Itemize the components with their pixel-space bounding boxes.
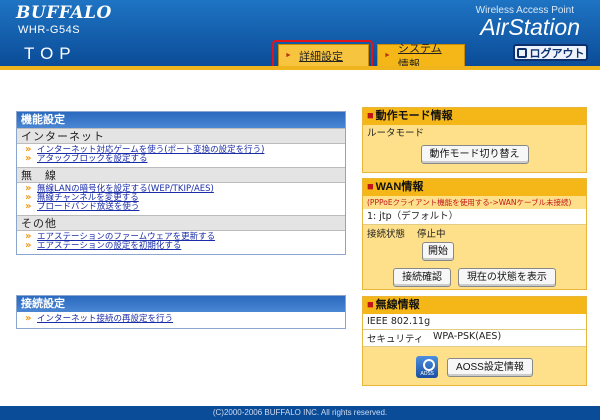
wan-session: 1: jtp（デフォルト）	[363, 209, 586, 225]
other-links: エアステーションのファームウェアを更新する エアステーションの設定を初期化する	[17, 231, 345, 254]
header-divider	[0, 66, 600, 70]
logout-icon	[516, 47, 527, 58]
section-internet-heading: インターネット	[17, 128, 345, 144]
check-connection-button[interactable]: 接続確認	[393, 268, 452, 287]
connection-settings-panel: 接続設定 インターネット接続の再設定を行う	[16, 295, 346, 329]
function-settings-panel: 機能設定 インターネット インターネット対応ゲームを使う(ポート変換の設定を行う…	[16, 111, 346, 255]
square-icon: ■	[367, 299, 374, 311]
wan-note: (PPPoEクライアント機能を使用する->WANケーブル未接続)	[367, 198, 572, 207]
link-attack-block[interactable]: アタックブロックを設定する	[25, 154, 345, 164]
square-icon: ■	[367, 110, 374, 122]
wan-info-panel: ■ WAN情報 (PPPoEクライアント機能を使用する->WANケーブル未接続) …	[362, 178, 587, 290]
link-reconfigure-internet[interactable]: インターネット接続の再設定を行う	[25, 314, 345, 324]
connection-settings-title: 接続設定	[17, 296, 345, 312]
security-value: WPA-PSK(AES)	[433, 331, 502, 342]
logout-button[interactable]: ログアウト	[513, 44, 588, 61]
wireless-info-title: 無線情報	[375, 299, 420, 311]
aoss-icon[interactable]: AOSS	[416, 356, 439, 378]
mode-info-panel: ■ 動作モード情報 ルータモード 動作モード切り替え	[362, 107, 587, 173]
wireless-info-header: ■ 無線情報	[363, 297, 586, 314]
tab-system-info[interactable]: システム情報	[377, 43, 465, 71]
wireless-security-row: セキュリティ WPA-PSK(AES)	[363, 330, 586, 347]
product-logo: AirStation	[480, 14, 580, 40]
mode-info-header: ■ 動作モード情報	[363, 108, 586, 125]
wan-status-label: 接続状態	[367, 229, 406, 240]
section-other-heading: その他	[17, 215, 345, 231]
wan-status-value: 停止中	[417, 229, 446, 240]
brand-logo: BUFFALO	[16, 3, 112, 23]
square-icon: ■	[367, 181, 374, 193]
internet-links: インターネット対応ゲームを使う(ポート変換の設定を行う) アタックブロックを設定…	[17, 144, 345, 167]
security-label: セキュリティ	[367, 334, 424, 345]
link-broadband-broadcast[interactable]: ブロードバンド放送を使う	[25, 202, 345, 212]
wireless-standard: IEEE 802.11g	[363, 314, 586, 330]
function-settings-title: 機能設定	[17, 112, 345, 128]
logout-label: ログアウト	[529, 47, 585, 60]
switch-mode-button[interactable]: 動作モード切り替え	[420, 145, 529, 164]
mode-value: ルータモード	[367, 128, 425, 139]
start-button[interactable]: 開始	[422, 242, 454, 261]
footer-copyright: (C)2000-2006 BUFFALO INC. All rights res…	[0, 406, 600, 420]
wan-info-header: ■ WAN情報	[363, 179, 586, 196]
wireless-info-panel: ■ 無線情報 IEEE 802.11g セキュリティ WPA-PSK(AES) A…	[362, 296, 587, 386]
section-wireless-heading: 無 線	[17, 167, 345, 183]
show-status-button[interactable]: 現在の状態を表示	[457, 268, 556, 287]
aoss-info-button[interactable]: AOSS設定情報	[447, 357, 533, 377]
wireless-links: 無線LANの暗号化を設定する(WEP/TKIP/AES) 無線チャンネルを変更す…	[17, 183, 345, 215]
mode-info-title: 動作モード情報	[375, 110, 453, 122]
link-factory-reset[interactable]: エアステーションの設定を初期化する	[25, 241, 345, 251]
model-name: WHR-G54S	[18, 24, 81, 36]
wan-info-title: WAN情報	[375, 181, 424, 193]
connection-links: インターネット接続の再設定を行う	[17, 312, 345, 328]
wan-status-row: 接続状態 停止中	[363, 225, 586, 241]
page-title: TOP	[24, 44, 77, 63]
